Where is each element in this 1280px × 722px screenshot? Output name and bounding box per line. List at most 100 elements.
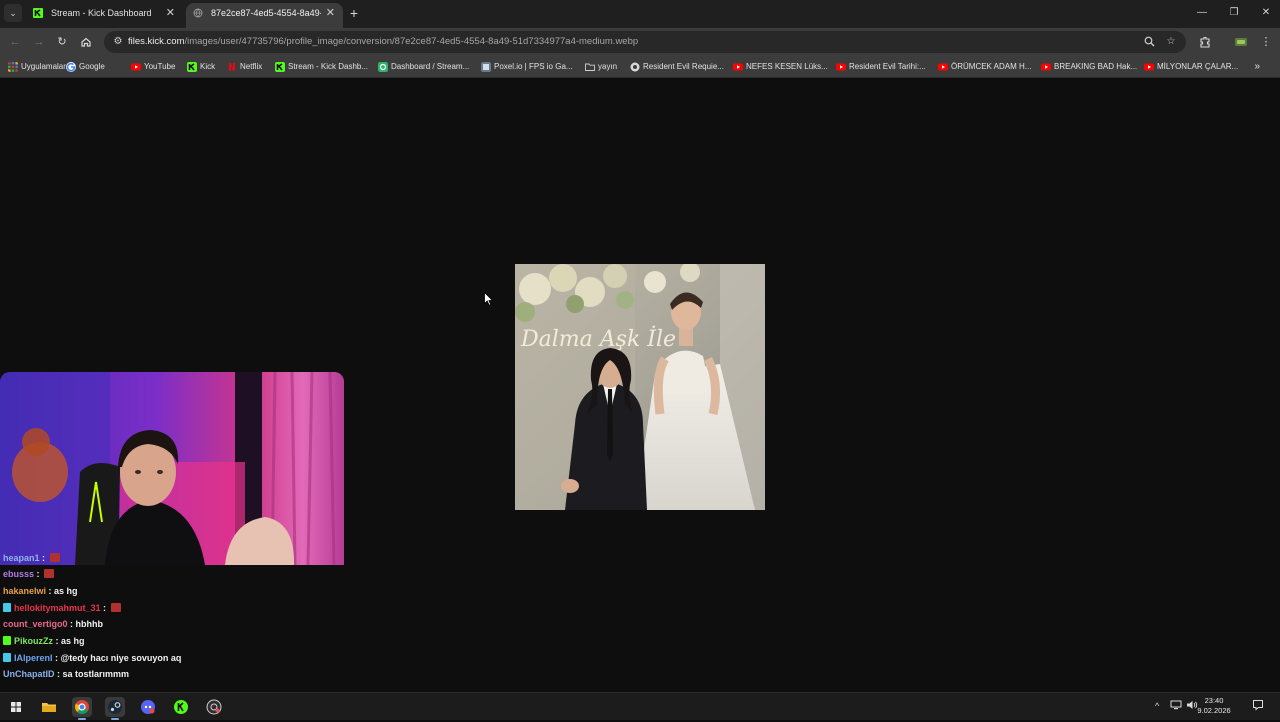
chat-username: hakanelwi xyxy=(3,586,47,596)
obs-icon[interactable] xyxy=(204,697,224,717)
subscriber-badge-icon xyxy=(3,653,11,662)
bookmark-kick[interactable]: Kick xyxy=(187,60,215,74)
bookmark-orumcek-adam[interactable]: ÖRÜMCEK ADAM H... xyxy=(938,60,1031,74)
close-icon[interactable]: ✕ xyxy=(326,3,335,24)
bookmark-kick-dashboard[interactable]: Stream - Kick Dashb... xyxy=(275,60,368,74)
bookmark-milyonlar-calar[interactable]: MİLYONLAR ÇALAR... xyxy=(1144,60,1238,74)
network-icon[interactable] xyxy=(1170,699,1182,715)
close-icon[interactable]: ✕ xyxy=(166,3,175,24)
wedding-photo[interactable]: Dalma Aşk İle xyxy=(515,264,765,510)
bookmarks-bar: Uygulamalar Google YouTube Kick Netflix … xyxy=(0,56,1280,78)
youtube-icon xyxy=(1041,63,1051,71)
subscriber-badge-icon xyxy=(3,603,11,612)
bookmark-netflix[interactable]: Netflix xyxy=(227,60,262,74)
forward-icon[interactable]: → xyxy=(30,33,48,51)
url-text[interactable]: files.kick.com/images/user/47735796/prof… xyxy=(128,31,638,53)
mouse-cursor-icon xyxy=(484,292,494,306)
chat-message: count_vertigo0 : hbhhb xyxy=(3,616,103,632)
bookmark-youtube[interactable]: YouTube xyxy=(131,60,175,74)
netflix-icon xyxy=(229,63,235,71)
tab-title: Stream - Kick Dashboard xyxy=(51,8,152,18)
bookmark-dashboard-stream[interactable]: Dashboard / Stream... xyxy=(378,60,469,74)
bookmark-apps[interactable]: Uygulamalar xyxy=(8,60,66,74)
tab-strip: ⌄ Stream - Kick Dashboard ✕ 87e2ce87-4ed… xyxy=(0,0,1280,28)
bookmark-resident-evil-tarihi[interactable]: Resident Evil Tarihi:... xyxy=(836,60,926,74)
chat-message: hellokitymahmut_31 : xyxy=(3,600,121,616)
chat-message: UnChapatID : sa tostlarımmm xyxy=(3,666,129,682)
file-explorer-icon[interactable] xyxy=(39,697,59,717)
notification-icon[interactable] xyxy=(1252,699,1264,715)
chat-separator: : xyxy=(54,669,63,679)
tab-webp-image[interactable]: 87e2ce87-4ed5-4554-8a49-51d7334977a4-med… xyxy=(186,3,343,28)
page-content: Dalma Aşk İle heapan1: ebusss: hakanel… xyxy=(0,79,1280,692)
tab-search-button[interactable]: ⌄ xyxy=(4,4,22,22)
new-tab-button[interactable]: + xyxy=(346,4,362,22)
chat-text: hbhhb xyxy=(75,619,104,629)
chat-separator: : xyxy=(52,653,61,663)
emote-icon xyxy=(49,553,60,562)
subscriber-badge-icon xyxy=(3,636,11,645)
address-bar[interactable]: ⚙ files.kick.com/images/user/47735796/pr… xyxy=(104,31,1186,53)
steam-icon[interactable] xyxy=(105,697,125,720)
reload-icon[interactable]: ↻ xyxy=(53,33,71,51)
restore-button[interactable]: ❐ xyxy=(1220,4,1248,22)
close-window-button[interactable]: ✕ xyxy=(1252,4,1280,22)
bookmark-google[interactable]: Google xyxy=(66,60,105,74)
chat-separator: : xyxy=(46,586,55,596)
site-info-icon[interactable]: ⚙ xyxy=(111,34,125,50)
dashboard-icon xyxy=(378,62,388,72)
home-icon[interactable] xyxy=(77,33,95,51)
windows-start-icon[interactable] xyxy=(6,697,26,717)
folder-icon xyxy=(585,63,595,71)
chrome-icon[interactable] xyxy=(72,697,92,720)
youtube-icon xyxy=(733,63,743,71)
bookmark-folder-yayin[interactable]: yayın xyxy=(585,60,617,74)
minimize-button[interactable]: — xyxy=(1188,4,1216,22)
back-icon[interactable]: ← xyxy=(6,33,24,51)
chat-username: PikouzZz xyxy=(14,636,54,646)
bookmark-resident-evil-requiem[interactable]: Resident Evil Requie... xyxy=(630,60,724,74)
chat-message: PikouzZz : as hg xyxy=(3,633,85,649)
chat-separator: : xyxy=(39,553,48,563)
emote-icon xyxy=(44,569,55,578)
poxel-icon xyxy=(481,62,491,72)
zoom-icon[interactable] xyxy=(1140,33,1158,51)
chat-separator: : xyxy=(67,619,76,629)
browser-toolbar: ← → ↻ ⚙ files.kick.com/images/user/47735… xyxy=(0,28,1280,56)
chat-message: IAlperenI : @tedy hacı niye sovuyon aq xyxy=(3,650,181,666)
youtube-icon xyxy=(836,63,846,71)
chat-username: hellokitymahmut_31 xyxy=(14,603,101,613)
google-icon xyxy=(66,62,76,72)
chat-message: hakanelwi : as hg xyxy=(3,583,78,599)
globe-icon xyxy=(630,62,640,72)
chat-text: sa tostlarımmm xyxy=(62,669,130,679)
clock-date: 9.02.2026 xyxy=(1197,706,1231,715)
bookmark-nefes-kesen[interactable]: NEFES KESEN Lüks... xyxy=(733,60,828,74)
kick-icon xyxy=(187,62,197,72)
neon-sign-text: Dalma Aşk İle xyxy=(520,325,676,352)
bookmarks-overflow-button[interactable]: » xyxy=(1254,60,1260,74)
system-clock[interactable]: 23:40 9.02.2026 xyxy=(1194,696,1234,716)
youtube-icon xyxy=(1144,63,1154,71)
menu-icon[interactable]: ⋮ xyxy=(1257,33,1275,51)
bookmark-breaking-bad[interactable]: BREAKING BAD Hak... xyxy=(1041,60,1137,74)
windows-taskbar: ^ 23:40 9.02.2026 xyxy=(0,692,1280,720)
chat-username: heapan1 xyxy=(3,553,40,563)
kick-icon xyxy=(33,8,43,18)
kick-icon[interactable] xyxy=(171,697,191,717)
clock-time: 23:40 xyxy=(1204,696,1224,705)
youtube-icon xyxy=(131,63,141,71)
discord-icon[interactable] xyxy=(138,697,158,717)
bookmark-star-icon[interactable]: ☆ xyxy=(1162,33,1180,51)
chat-separator: : xyxy=(34,569,43,579)
extensions-icon[interactable] xyxy=(1196,33,1214,51)
chat-username: ebusss xyxy=(3,569,35,579)
tab-kick-dashboard[interactable]: Stream - Kick Dashboard ✕ xyxy=(26,3,183,28)
tab-title: 87e2ce87-4ed5-4554-8a49-51d7334977a4-med… xyxy=(211,8,321,18)
globe-icon xyxy=(193,8,203,18)
chat-separator: : xyxy=(53,636,62,646)
bookmark-poxel[interactable]: Poxel.io | FPS io Ga... xyxy=(481,60,573,74)
chat-username: count_vertigo0 xyxy=(3,619,68,629)
profile-icon[interactable] xyxy=(1232,33,1250,51)
tray-overflow-icon[interactable]: ^ xyxy=(1155,699,1159,713)
